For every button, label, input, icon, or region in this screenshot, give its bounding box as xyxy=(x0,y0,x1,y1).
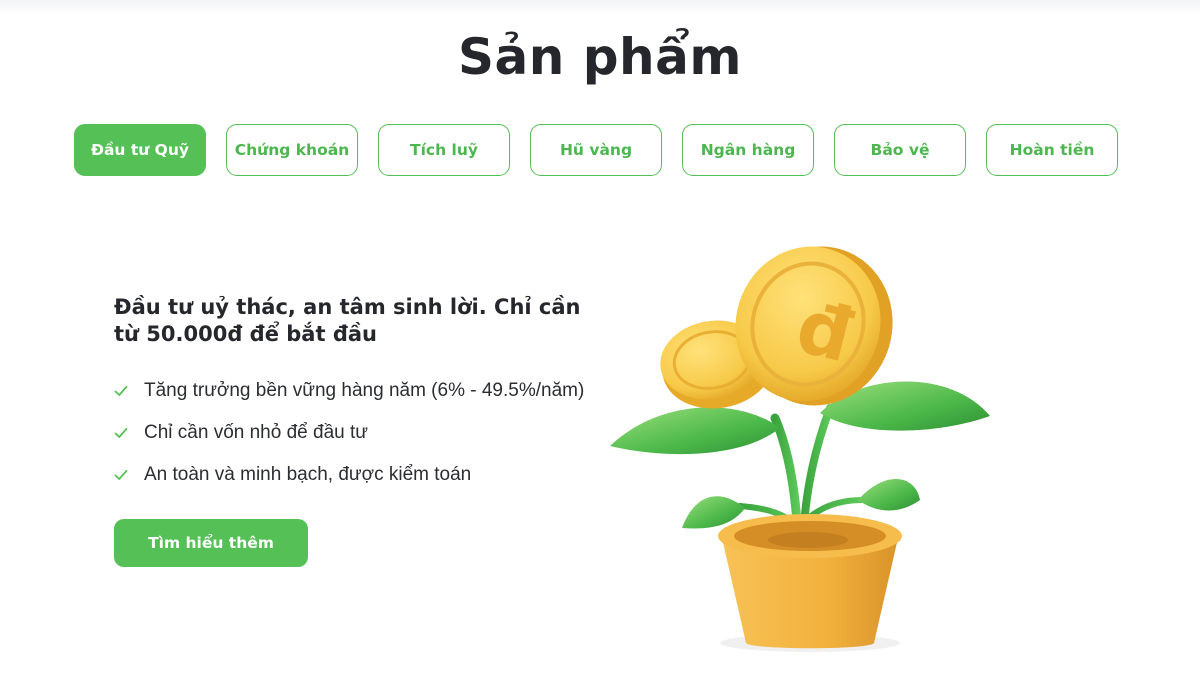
list-item: Tăng trưởng bền vững hàng năm (6% - 49.5… xyxy=(114,370,614,412)
check-icon xyxy=(114,427,128,438)
list-item: An toàn và minh bạch, được kiểm toán xyxy=(114,454,614,496)
tab-dau-tu-quy[interactable]: Đầu tư Quỹ xyxy=(74,124,206,176)
check-icon xyxy=(114,385,128,396)
learn-more-button[interactable]: Tìm hiểu thêm xyxy=(114,519,308,567)
feature-text: An toàn và minh bạch, được kiểm toán xyxy=(144,464,472,485)
page-title: Sản phẩm xyxy=(458,28,742,86)
top-band xyxy=(0,0,1200,14)
product-tabs: Đầu tư Quỹ Chứng khoán Tích luỹ Hũ vàng … xyxy=(74,124,1118,176)
product-panel: Đầu tư uỷ thác, an tâm sinh lời. Chỉ cần… xyxy=(114,294,614,567)
tab-bao-ve[interactable]: Bảo vệ xyxy=(834,124,966,176)
list-item: Chỉ cần vốn nhỏ để đầu tư xyxy=(114,412,614,454)
tab-chung-khoan[interactable]: Chứng khoán xyxy=(226,124,358,176)
check-icon xyxy=(114,469,128,480)
tab-tich-luy[interactable]: Tích luỹ xyxy=(378,124,510,176)
feature-text: Chỉ cần vốn nhỏ để đầu tư xyxy=(144,422,368,443)
product-headline: Đầu tư uỷ thác, an tâm sinh lời. Chỉ cần… xyxy=(114,295,581,346)
coin-plant-illustration: đ xyxy=(610,246,990,652)
tab-hu-vang[interactable]: Hũ vàng xyxy=(530,124,662,176)
feature-text: Tăng trưởng bền vững hàng năm (6% - 49.5… xyxy=(144,380,585,401)
feature-list: Tăng trưởng bền vững hàng năm (6% - 49.5… xyxy=(114,370,614,496)
tab-hoan-tien[interactable]: Hoàn tiền xyxy=(986,124,1118,176)
tab-ngan-hang[interactable]: Ngân hàng xyxy=(682,124,814,176)
